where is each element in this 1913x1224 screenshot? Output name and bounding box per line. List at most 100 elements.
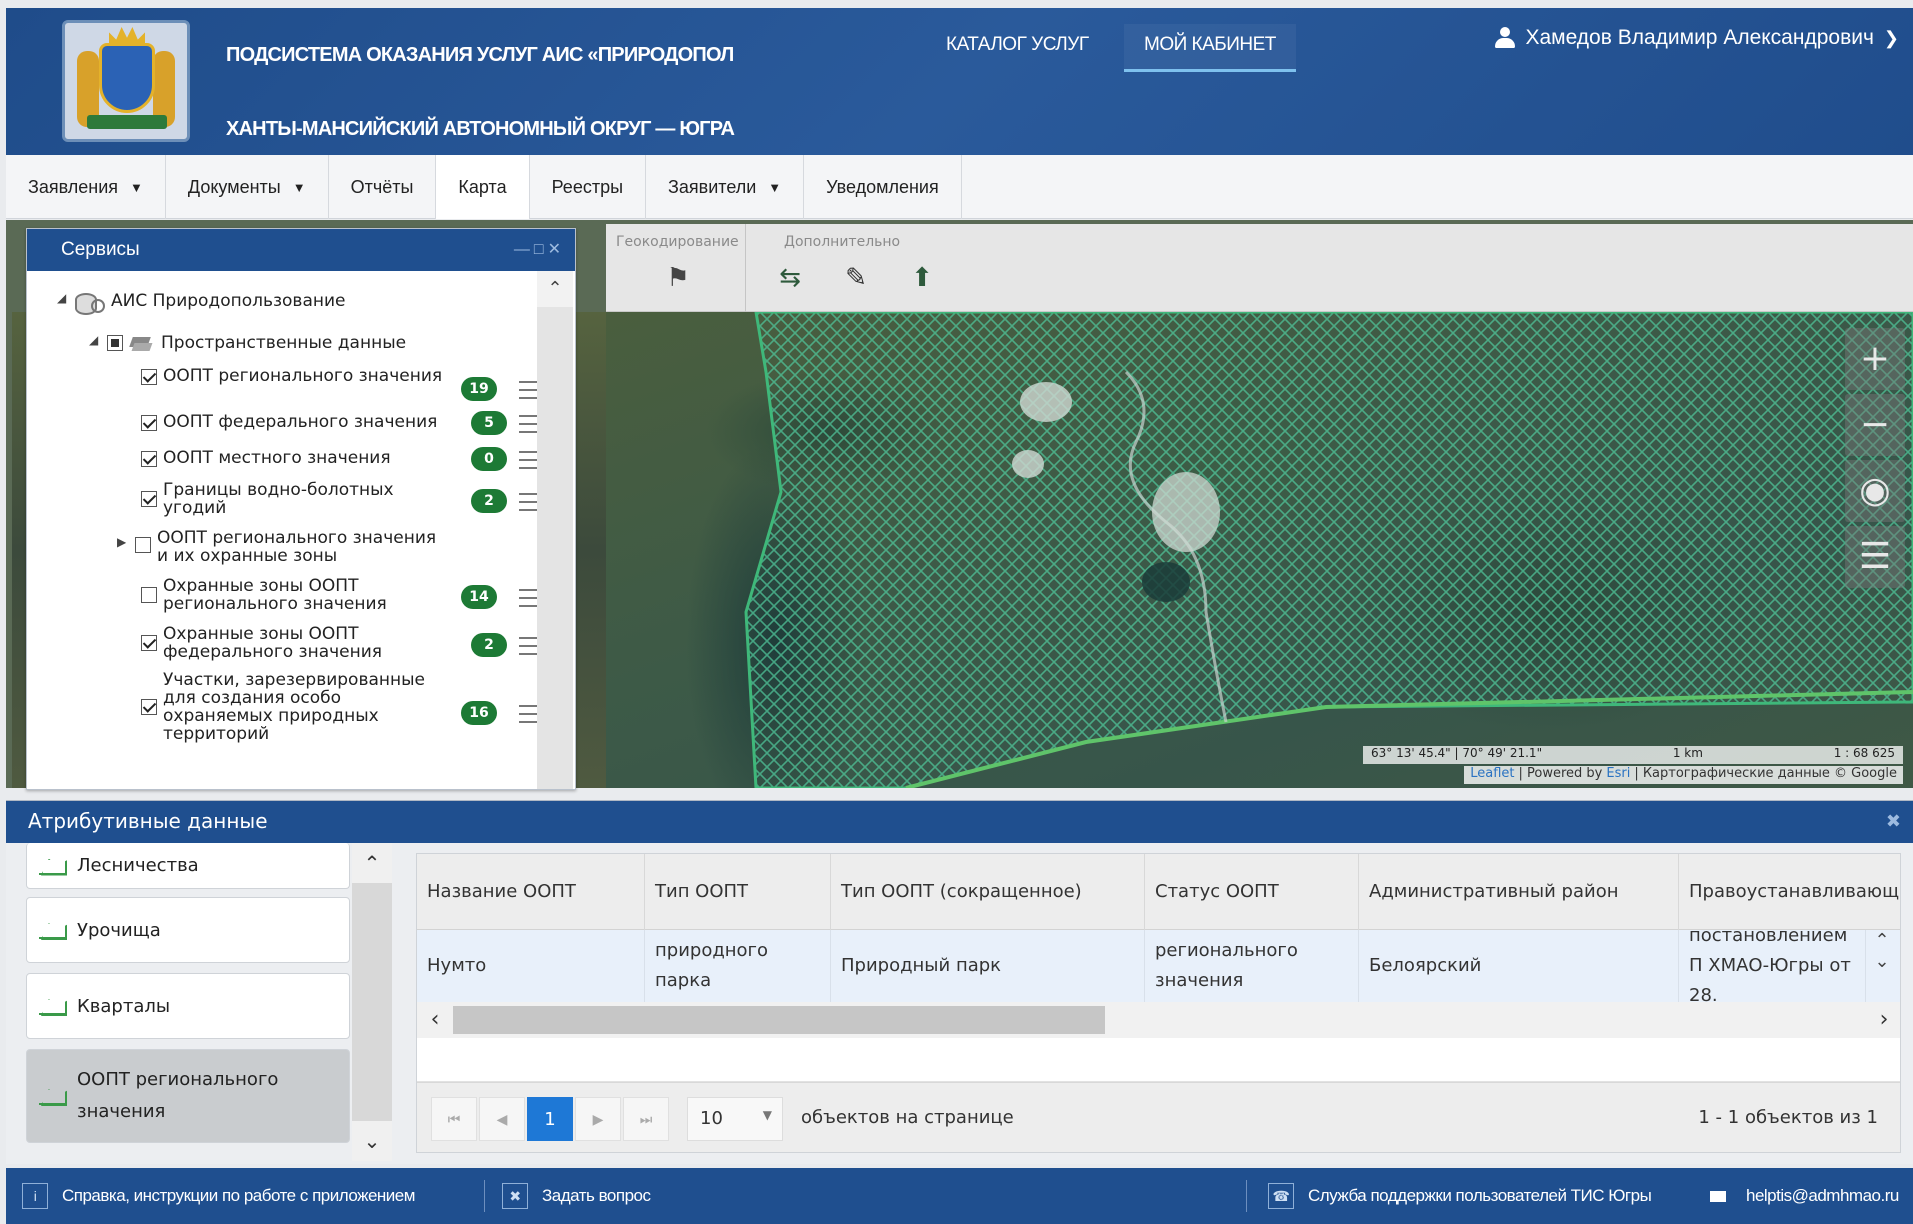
layer-count-badge: 16: [461, 701, 497, 725]
layer-checkbox[interactable]: [135, 537, 151, 553]
layers-icon[interactable]: ☰: [1845, 526, 1905, 588]
scroll-right-icon[interactable]: ›: [1866, 1002, 1900, 1038]
scroll-up-icon[interactable]: ⌃: [1864, 930, 1900, 951]
attr-list-item-regional-oopt[interactable]: ООПТ регионального значения: [26, 1049, 350, 1143]
last-page-icon[interactable]: ⏭: [623, 1097, 669, 1141]
support-link[interactable]: ☎ Служба поддержки пользователей ТИС Югр…: [1268, 1168, 1652, 1224]
menu-applicants[interactable]: Заявители ▼: [646, 155, 805, 219]
layer-row[interactable]: Участки, зарезервированные для создания …: [141, 671, 443, 743]
table-cell: Нумто: [417, 930, 645, 1002]
layer-checkbox[interactable]: [141, 699, 157, 715]
tree-group[interactable]: ◢ Пространственные данные: [89, 333, 406, 355]
layer-row[interactable]: Охранные зоны ООПТ федерального значения: [141, 625, 453, 661]
scroll-up-icon[interactable]: ⌃: [537, 271, 573, 307]
nav-cabinet-link[interactable]: МОЙ КАБИНЕТ: [1124, 24, 1296, 72]
layer-count-badge: 5: [471, 411, 507, 435]
scroll-thumb[interactable]: [453, 1006, 1105, 1034]
user-icon: [1495, 27, 1516, 49]
next-page-icon[interactable]: ▶: [575, 1097, 621, 1141]
tiles-credit: | Картографические данные © Google: [1634, 766, 1897, 781]
column-header[interactable]: Название ООПТ: [417, 854, 645, 930]
scroll-up-icon[interactable]: ⌃: [352, 843, 392, 883]
close-icon[interactable]: ✖: [1886, 811, 1901, 832]
row-scrollbar[interactable]: ⌃ ⌄: [1864, 930, 1900, 1002]
layer-label: Охранные зоны ООПТ регионального значени…: [163, 576, 387, 614]
extra-tools-label: Дополнительно: [784, 234, 901, 250]
scroll-left-icon[interactable]: ‹: [417, 1002, 453, 1038]
ask-question-link[interactable]: ✖ Задать вопрос: [502, 1168, 651, 1224]
attr-list-item-forestries[interactable]: Лесничества: [26, 843, 350, 889]
nav-catalog-link[interactable]: КАТАЛОГ УСЛУГ: [926, 24, 1109, 72]
protected-area-polygon[interactable]: [606, 312, 1913, 788]
attr-list-item-tracts[interactable]: Урочища: [26, 897, 350, 963]
first-page-icon[interactable]: ⏮: [431, 1097, 477, 1141]
menu-reports[interactable]: Отчёты: [329, 155, 437, 219]
layer-row[interactable]: Охранные зоны ООПТ регионального значени…: [141, 577, 453, 613]
grid-horizontal-scrollbar[interactable]: ‹ ›: [417, 1002, 1900, 1038]
services-scrollbar[interactable]: ⌃: [537, 271, 573, 789]
caret-down-icon: ▼: [130, 179, 143, 195]
layer-checkbox[interactable]: [141, 587, 157, 603]
layer-label: ООПТ регионального значения и их охранны…: [157, 528, 437, 566]
layer-row[interactable]: ООПТ федерального значения: [141, 413, 453, 431]
table-row[interactable]: Нумто природного парка Природный парк ре…: [417, 930, 1900, 1002]
map-controls: + − ◉ ☰: [1845, 328, 1905, 592]
tree-root[interactable]: ◢ АИС Природопользование: [57, 291, 346, 315]
group-checkbox[interactable]: [107, 335, 123, 351]
layer-label: Охранные зоны ООПТ федерального значения: [163, 624, 383, 662]
zoom-out-button[interactable]: −: [1845, 394, 1905, 456]
upload-icon[interactable]: ⬆: [904, 260, 940, 296]
menu-documents[interactable]: Документы ▼: [166, 155, 329, 219]
layer-checkbox[interactable]: [141, 369, 157, 385]
help-link[interactable]: i Справка, инструкции по работе с прилож…: [22, 1168, 415, 1224]
globe-icon[interactable]: ◉: [1845, 460, 1905, 522]
layer-row[interactable]: ООПТ местного значения: [141, 449, 453, 467]
column-header[interactable]: Тип ООПТ: [645, 854, 831, 930]
column-header[interactable]: Правоустанавливающий: [1679, 854, 1900, 930]
layer-count-badge: 19: [461, 377, 497, 401]
coat-of-arms-logo[interactable]: [62, 20, 190, 142]
menu-map[interactable]: Карта: [436, 155, 530, 219]
layer-checkbox[interactable]: [141, 491, 157, 507]
column-header[interactable]: Тип ООПТ (сокращенное): [831, 854, 1145, 930]
attribute-layer-list: Лесничества Урочища Кварталы ООПТ регион…: [20, 843, 350, 1161]
attr-list-label: Кварталы: [77, 995, 171, 1017]
expand-arrow-icon[interactable]: ◢: [89, 333, 101, 347]
menu-label: Заявители: [668, 176, 757, 197]
attr-list-item-quarters[interactable]: Кварталы: [26, 973, 350, 1039]
map-canvas[interactable]: + − ◉ ☰ 63° 13' 45.4" | 70° 49' 21.1" 1 …: [606, 312, 1913, 788]
menu-label: Карта: [458, 176, 507, 197]
layer-row[interactable]: Границы водно-болотных угодий: [141, 481, 453, 517]
geocode-pin-icon[interactable]: ⚑: [660, 260, 696, 296]
layer-checkbox[interactable]: [141, 415, 157, 431]
menu-notifications[interactable]: Уведомления: [804, 155, 962, 219]
pencil-icon[interactable]: ✎: [838, 260, 874, 296]
scroll-down-icon[interactable]: ⌄: [352, 1121, 392, 1161]
menu-registries[interactable]: Реестры: [530, 155, 647, 219]
email-link[interactable]: helptis@admhmao.ru: [1710, 1168, 1899, 1224]
user-menu[interactable]: Хамедов Владимир Александрович ❯: [1495, 26, 1899, 50]
column-header[interactable]: Статус ООПТ: [1145, 854, 1359, 930]
expand-arrow-icon[interactable]: ▶: [117, 535, 129, 549]
esri-link[interactable]: Esri: [1606, 766, 1630, 784]
leaflet-link[interactable]: Leaflet: [1470, 766, 1514, 784]
menu-label: Заявления: [28, 176, 119, 197]
attribute-list-scrollbar[interactable]: ⌃ ⌄: [352, 843, 392, 1161]
split-icon[interactable]: ⇆: [772, 260, 808, 296]
polygon-icon: [39, 919, 67, 941]
scroll-down-icon[interactable]: ⌄: [1864, 951, 1900, 972]
layer-row[interactable]: ▶ ООПТ регионального значения и их охран…: [117, 529, 447, 565]
window-controls[interactable]: —□✕: [514, 239, 565, 259]
layer-checkbox[interactable]: [141, 635, 157, 651]
prev-page-icon[interactable]: ◀: [479, 1097, 525, 1141]
current-page-button[interactable]: 1: [527, 1097, 573, 1141]
page-size-select[interactable]: 10 ▼: [687, 1097, 783, 1141]
mail-icon: [1710, 1190, 1726, 1202]
info-icon: i: [22, 1183, 48, 1209]
layer-checkbox[interactable]: [141, 451, 157, 467]
zoom-in-button[interactable]: +: [1845, 328, 1905, 390]
layer-row[interactable]: ООПТ регионального значения: [141, 367, 453, 385]
expand-arrow-icon[interactable]: ◢: [57, 291, 69, 305]
column-header[interactable]: Административный район: [1359, 854, 1679, 930]
menu-applications[interactable]: Заявления ▼: [6, 155, 166, 219]
